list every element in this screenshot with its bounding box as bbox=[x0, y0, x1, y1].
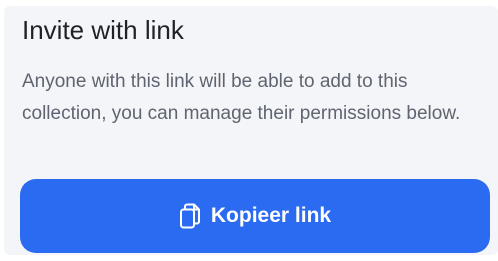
copy-icon bbox=[179, 203, 201, 229]
copy-link-label: Kopieer link bbox=[210, 204, 332, 227]
invite-title: Invite with link bbox=[22, 15, 184, 45]
copy-link-button[interactable]: Kopieer link bbox=[20, 179, 490, 253]
invite-with-link-panel: Invite with link Anyone with this link w… bbox=[4, 6, 498, 255]
invite-description: Anyone with this link will be able to ad… bbox=[22, 71, 461, 124]
